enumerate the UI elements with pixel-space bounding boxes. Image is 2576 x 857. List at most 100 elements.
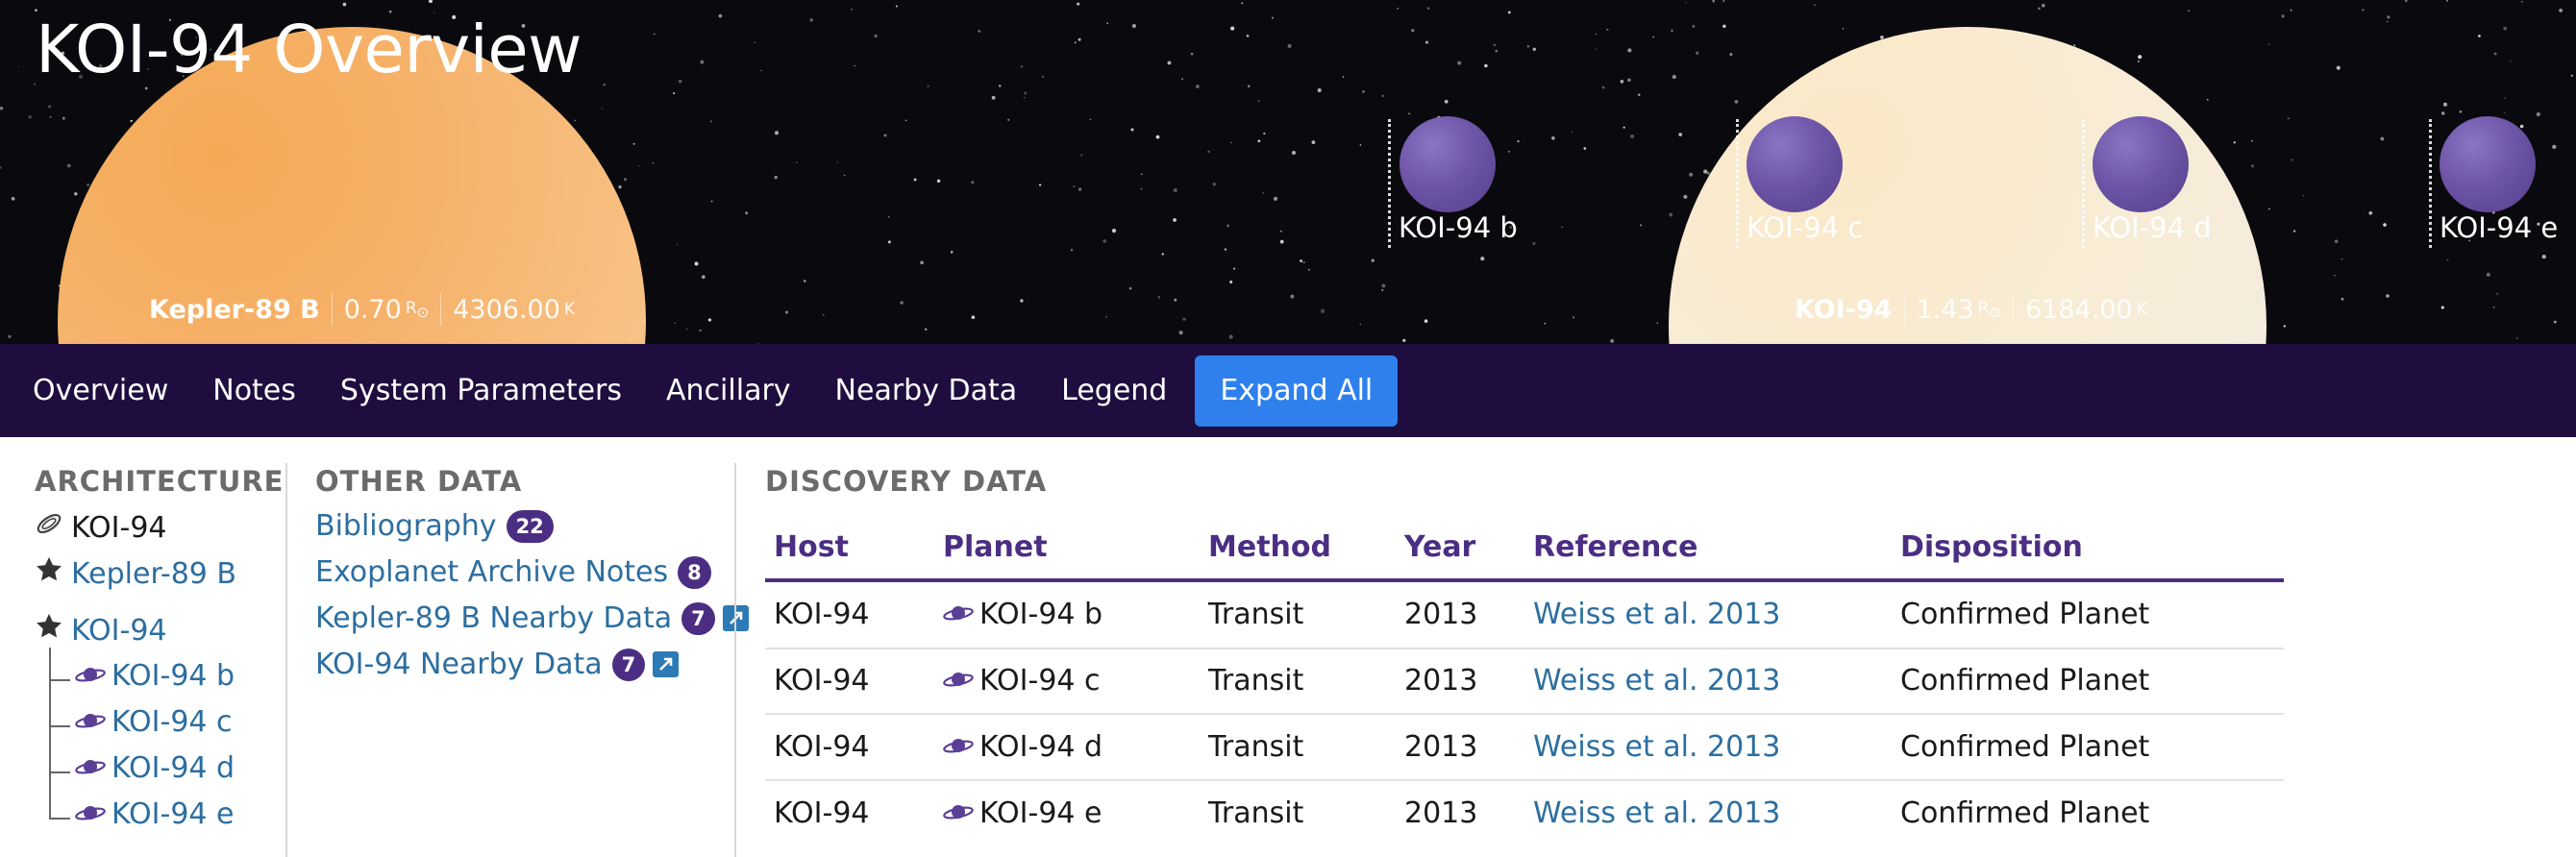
cell-reference-link[interactable]: Weiss et al. 2013 bbox=[1533, 730, 1780, 764]
background-star bbox=[1174, 298, 1177, 302]
background-star bbox=[1371, 258, 1375, 262]
nav-system-parameters[interactable]: System Parameters bbox=[340, 374, 622, 407]
background-star bbox=[1246, 34, 1250, 37]
background-star bbox=[2334, 239, 2339, 244]
background-star bbox=[2041, 3, 2045, 8]
nav-overview[interactable]: Overview bbox=[33, 374, 168, 407]
background-star bbox=[1408, 112, 1410, 115]
background-star bbox=[2440, 111, 2445, 115]
planet-koi-94-d-disc[interactable] bbox=[2093, 116, 2189, 212]
background-star bbox=[700, 60, 705, 64]
nav-legend[interactable]: Legend bbox=[1061, 374, 1167, 407]
background-star bbox=[603, 84, 606, 86]
background-star bbox=[2504, 97, 2506, 99]
planet-link[interactable]: KOI-94 c bbox=[111, 705, 233, 739]
background-star bbox=[2290, 9, 2292, 12]
background-star bbox=[699, 329, 702, 332]
background-star bbox=[1507, 11, 1511, 14]
architecture-planet-koi-94-c[interactable]: KOI-94 c bbox=[75, 705, 233, 739]
architecture-heading: ARCHITECTURE bbox=[35, 465, 285, 498]
background-star bbox=[701, 275, 706, 280]
external-link-icon[interactable] bbox=[653, 651, 680, 677]
column-header-reference[interactable]: Reference bbox=[1533, 530, 1697, 564]
archive-notes-link[interactable]: Exoplanet Archive Notes bbox=[315, 555, 668, 589]
other-data-bibliography[interactable]: Bibliography 22 bbox=[315, 509, 554, 543]
architecture-star-koi-94[interactable]: KOI-94 bbox=[35, 612, 167, 649]
cell-reference-link[interactable]: Weiss et al. 2013 bbox=[1533, 796, 1780, 830]
background-star bbox=[1077, 187, 1082, 191]
label-divider bbox=[2013, 293, 2015, 326]
background-star bbox=[28, 115, 32, 119]
planet-koi-94-c-disc[interactable] bbox=[1746, 116, 1843, 212]
planet-link[interactable]: KOI-94 d bbox=[111, 751, 235, 785]
background-star bbox=[1271, 16, 1275, 19]
planet-name: KOI-94 c bbox=[979, 664, 1101, 698]
planet-link[interactable]: KOI-94 e bbox=[111, 797, 235, 831]
architecture-planet-koi-94-d[interactable]: KOI-94 d bbox=[75, 751, 235, 785]
label-divider bbox=[331, 293, 333, 326]
other-data-kepler-89-b-nearby[interactable]: Kepler-89 B Nearby Data 7 bbox=[315, 601, 749, 635]
other-data-heading: OTHER DATA bbox=[315, 465, 523, 498]
other-data-koi-94-nearby[interactable]: KOI-94 Nearby Data 7 bbox=[315, 648, 680, 681]
background-star bbox=[1128, 286, 1132, 290]
background-star bbox=[895, 5, 898, 8]
background-star bbox=[1111, 228, 1117, 233]
cell-reference-link[interactable]: Weiss et al. 2013 bbox=[1533, 664, 1780, 698]
architecture-star-kepler-89-b[interactable]: Kepler-89 B bbox=[35, 555, 236, 592]
background-star bbox=[1106, 22, 1108, 24]
star-link[interactable]: KOI-94 bbox=[71, 614, 167, 648]
background-star bbox=[1359, 323, 1362, 326]
background-star bbox=[1610, 338, 1615, 343]
background-star bbox=[2387, 15, 2390, 19]
background-star bbox=[48, 105, 52, 109]
planet-link[interactable]: KOI-94 b bbox=[111, 659, 235, 693]
background-star bbox=[1457, 61, 1462, 65]
background-star bbox=[2440, 306, 2444, 309]
background-star bbox=[1157, 295, 1161, 299]
planet-icon bbox=[75, 705, 106, 739]
cell-reference-link[interactable]: Weiss et al. 2013 bbox=[1533, 598, 1780, 631]
background-star bbox=[836, 161, 839, 163]
background-star bbox=[2302, 194, 2305, 197]
nav-ancillary[interactable]: Ancillary bbox=[666, 374, 791, 407]
background-star bbox=[950, 251, 954, 254]
column-header-year[interactable]: Year bbox=[1404, 530, 1475, 564]
background-star bbox=[62, 116, 65, 120]
background-star bbox=[774, 131, 780, 135]
nav-notes[interactable]: Notes bbox=[212, 374, 296, 407]
background-star bbox=[8, 334, 12, 338]
background-star bbox=[1627, 78, 1631, 83]
background-star bbox=[2492, 306, 2495, 308]
background-star bbox=[1526, 45, 1529, 48]
bibliography-link[interactable]: Bibliography bbox=[315, 509, 497, 543]
nav-nearby-data[interactable]: Nearby Data bbox=[835, 374, 1018, 407]
background-star bbox=[2445, 0, 2449, 2]
star-link[interactable]: Kepler-89 B bbox=[71, 557, 236, 591]
background-star bbox=[2541, 255, 2546, 259]
cell-disposition: Confirmed Planet bbox=[1900, 796, 2150, 830]
planet-koi-94-b-disc[interactable] bbox=[1399, 116, 1496, 212]
architecture-planet-koi-94-e[interactable]: KOI-94 e bbox=[75, 797, 235, 831]
architecture-planet-koi-94-b[interactable]: KOI-94 b bbox=[75, 659, 235, 693]
cell-host: KOI-94 bbox=[774, 796, 870, 830]
cell-host: KOI-94 bbox=[774, 730, 870, 764]
background-star bbox=[694, 261, 699, 266]
background-star bbox=[0, 166, 2, 169]
temperature-unit: K bbox=[2136, 300, 2147, 319]
background-star bbox=[2442, 102, 2448, 107]
cell-year: 2013 bbox=[1404, 730, 1478, 764]
background-star bbox=[2521, 1, 2523, 3]
other-data-archive-notes[interactable]: Exoplanet Archive Notes 8 bbox=[315, 555, 711, 589]
nearby-data-link[interactable]: Kepler-89 B Nearby Data bbox=[315, 601, 672, 635]
nearby-data-link[interactable]: KOI-94 Nearby Data bbox=[315, 648, 603, 681]
background-star bbox=[710, 200, 713, 203]
column-header-disposition[interactable]: Disposition bbox=[1900, 530, 2083, 564]
background-star bbox=[887, 240, 891, 244]
column-header-host[interactable]: Host bbox=[774, 530, 849, 564]
column-header-planet[interactable]: Planet bbox=[943, 530, 1048, 564]
expand-all-button[interactable]: Expand All bbox=[1195, 355, 1399, 427]
planet-koi-94-e-disc[interactable] bbox=[2440, 116, 2536, 212]
background-star bbox=[2486, 272, 2490, 277]
column-header-method[interactable]: Method bbox=[1208, 530, 1331, 564]
background-star bbox=[1130, 128, 1134, 132]
